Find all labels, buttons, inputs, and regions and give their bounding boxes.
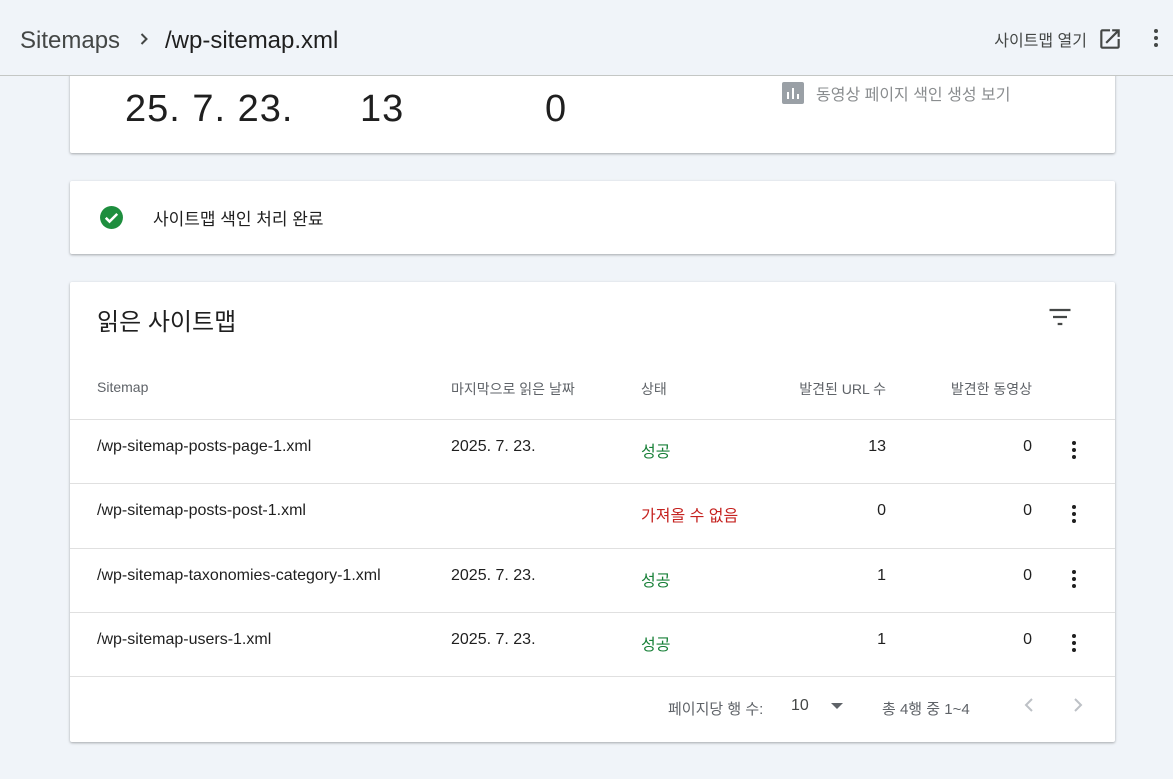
- cell-urls: 0: [877, 502, 886, 519]
- chevron-left-icon[interactable]: [1017, 693, 1041, 717]
- cell-urls: 1: [877, 631, 886, 648]
- cell-status: 성공: [641, 444, 671, 461]
- more-vert-icon[interactable]: [1062, 631, 1086, 655]
- video-index-link-label: 동영상 페이지 색인 생성 보기: [816, 87, 1011, 104]
- check-circle-icon: [100, 206, 123, 229]
- status-card: 사이트맵 색인 처리 완료: [70, 181, 1115, 254]
- discovered-videos-value: 0: [545, 88, 568, 130]
- cell-sitemap: /wp-sitemap-taxonomies-category-1.xml: [97, 567, 381, 584]
- cell-sitemap: /wp-sitemap-posts-post-1.xml: [97, 502, 306, 519]
- cell-videos: 0: [1023, 502, 1032, 519]
- last-read-date-value: 25. 7. 23.: [125, 88, 294, 130]
- table-row[interactable]: /wp-sitemap-posts-post-1.xml 가져올 수 없음 0 …: [70, 483, 1115, 548]
- cell-urls: 13: [868, 438, 886, 455]
- open-in-new-icon: [1100, 29, 1120, 49]
- cell-videos: 0: [1023, 438, 1032, 455]
- cell-status: 성공: [641, 573, 671, 590]
- column-header-videos[interactable]: 발견한 동영상: [951, 379, 1032, 399]
- filter-list-icon[interactable]: [1046, 303, 1074, 331]
- video-index-link[interactable]: 동영상 페이지 색인 생성 보기: [782, 81, 1010, 105]
- table-pagination: 페이지당 행 수: 10 총 4행 중 1~4: [70, 676, 1115, 743]
- cell-date: 2025. 7. 23.: [451, 567, 536, 584]
- cell-status: 가져올 수 없음: [641, 508, 739, 525]
- discovered-urls-value: 13: [360, 88, 405, 130]
- bar-chart-icon: [782, 82, 804, 104]
- breadcrumb-current: /wp-sitemap.xml: [165, 27, 339, 54]
- top-header: Sitemaps /wp-sitemap.xml 사이트맵 열기: [0, 0, 1173, 76]
- column-header-sitemap[interactable]: Sitemap: [97, 379, 148, 395]
- chevron-right-icon[interactable]: [1066, 693, 1090, 717]
- cell-sitemap: /wp-sitemap-posts-page-1.xml: [97, 438, 312, 455]
- more-vert-icon[interactable]: [1144, 26, 1168, 50]
- rows-per-page-select[interactable]: 10: [791, 697, 843, 715]
- status-message: 사이트맵 색인 처리 완료: [153, 210, 324, 229]
- more-vert-icon[interactable]: [1062, 567, 1086, 591]
- rows-per-page-value: 10: [791, 697, 809, 714]
- cell-status: 성공: [641, 637, 671, 654]
- cell-sitemap: /wp-sitemap-users-1.xml: [97, 631, 272, 648]
- table-row[interactable]: /wp-sitemap-taxonomies-category-1.xml 20…: [70, 548, 1115, 613]
- more-vert-icon[interactable]: [1062, 502, 1086, 526]
- table-row[interactable]: /wp-sitemap-posts-page-1.xml 2025. 7. 23…: [70, 419, 1115, 484]
- chevron-right-icon: [140, 33, 148, 45]
- pagination-range: 총 4행 중 1~4: [882, 701, 970, 718]
- open-sitemap-label: 사이트맵 열기: [994, 33, 1087, 50]
- breadcrumb-root[interactable]: Sitemaps: [20, 27, 120, 55]
- column-header-last-read[interactable]: 마지막으로 읽은 날짜: [451, 379, 575, 399]
- cell-date: 2025. 7. 23.: [451, 631, 536, 648]
- sitemaps-table-card: 읽은 사이트맵 Sitemap 마지막으로 읽은 날짜 상태 발견된 URL 수…: [70, 282, 1115, 742]
- cell-videos: 0: [1023, 567, 1032, 584]
- more-vert-icon[interactable]: [1062, 438, 1086, 462]
- open-sitemap-button[interactable]: 사이트맵 열기: [994, 26, 1123, 52]
- rows-per-page-label: 페이지당 행 수:: [668, 701, 764, 718]
- column-header-status[interactable]: 상태: [641, 379, 667, 399]
- dropdown-arrow-icon: [830, 703, 843, 709]
- cell-date: 2025. 7. 23.: [451, 438, 536, 455]
- cell-videos: 0: [1023, 631, 1032, 648]
- table-row[interactable]: /wp-sitemap-users-1.xml 2025. 7. 23. 성공 …: [70, 612, 1115, 677]
- column-header-urls[interactable]: 발견된 URL 수: [799, 379, 886, 399]
- cell-urls: 1: [877, 567, 886, 584]
- table-title: 읽은 사이트맵: [97, 309, 237, 336]
